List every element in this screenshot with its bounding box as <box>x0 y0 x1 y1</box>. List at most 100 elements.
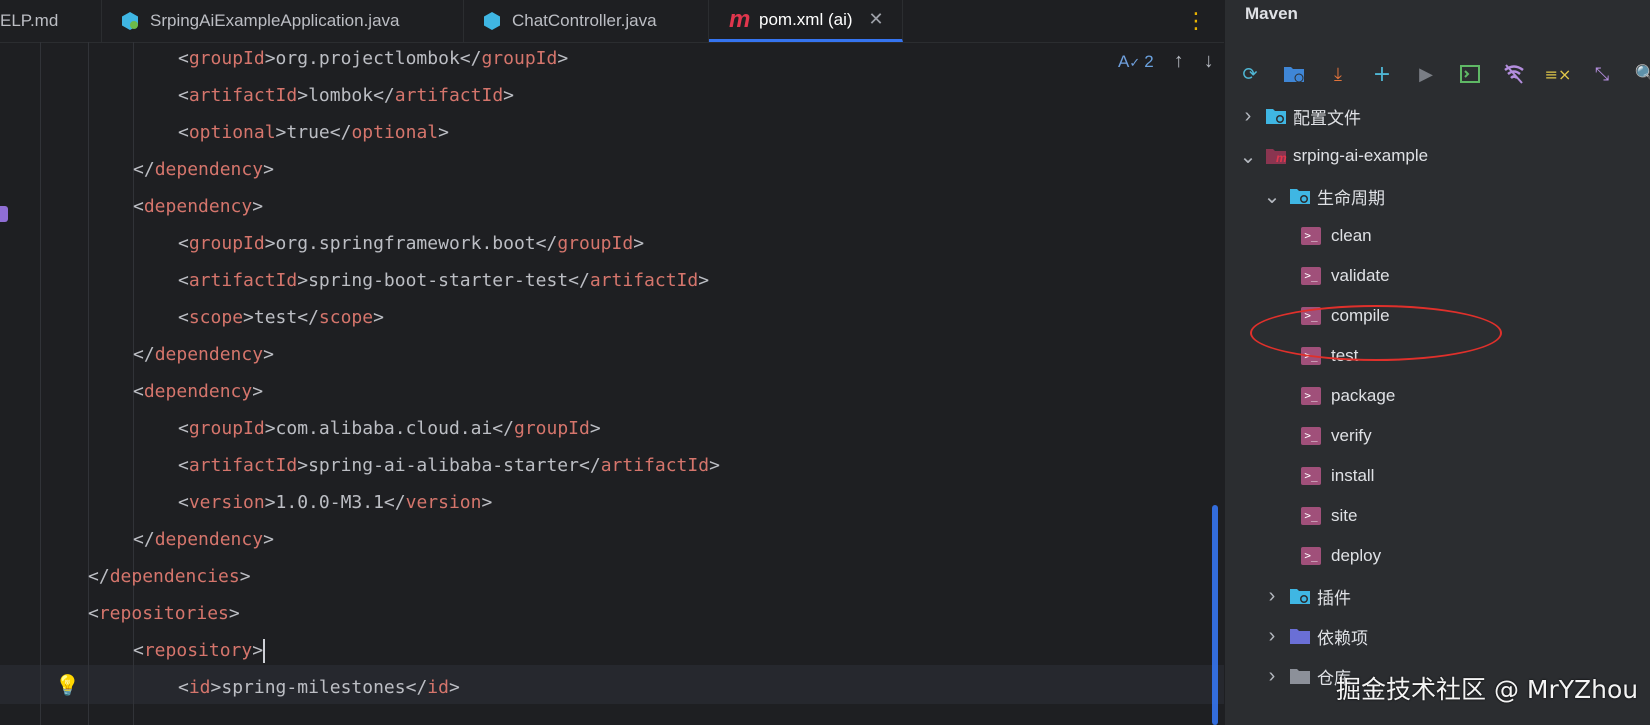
code-area[interactable]: <groupId>org.projectlombok</groupId> <art… <box>0 42 1224 725</box>
tab-pom-xml[interactable]: m pom.xml (ai) ✕ <box>709 0 903 42</box>
tab-readme[interactable]: ELP.md <box>0 0 102 42</box>
terminal-icon[interactable] <box>1459 63 1481 85</box>
tree-item[interactable]: >_ install <box>1301 456 1374 496</box>
bracket: > <box>503 85 514 106</box>
tree-item[interactable]: >_ package <box>1301 376 1395 416</box>
tab-label: ChatController.java <box>512 11 657 30</box>
bracket: < <box>178 270 189 291</box>
chevron-right-icon[interactable]: › <box>1263 665 1281 688</box>
bracket: < <box>88 603 99 624</box>
xml-tag: dependencies <box>109 566 240 587</box>
folder-refresh-icon[interactable] <box>1283 63 1305 85</box>
tree-item[interactable]: › 配置文件 <box>1239 96 1361 136</box>
tree-item[interactable]: >_ site <box>1301 496 1357 536</box>
xml-tag: scope <box>188 307 244 328</box>
chevron-right-icon[interactable]: › <box>1239 105 1257 128</box>
folder-deps-icon <box>1289 627 1311 645</box>
goal-icon: >_ <box>1301 427 1321 445</box>
code-line: <groupId>org.springframework.boot</group… <box>178 224 644 263</box>
editor-tab-bar: ELP.md SrpingAiExampleApplication.java C… <box>0 0 1224 43</box>
bracket: </ <box>329 122 352 143</box>
collapse-icon[interactable]: ⤡ <box>1591 63 1613 85</box>
xml-value: spring-ai-alibaba-starter <box>308 455 579 476</box>
code-line: <optional>true</optional> <box>178 113 449 152</box>
annotation-oval <box>1250 305 1502 361</box>
code-line: <artifactId>lombok</artifactId> <box>178 76 514 115</box>
xml-tag: groupId <box>557 233 634 254</box>
chevron-down-icon[interactable]: ⌄ <box>1239 144 1257 169</box>
code-line: <version>1.0.0-M3.1</version> <box>178 483 492 522</box>
tree-item[interactable]: ⌄ m srping-ai-example <box>1239 136 1429 176</box>
close-icon[interactable]: ✕ <box>869 9 884 30</box>
chevron-down-icon[interactable]: ⌄ <box>1263 184 1281 209</box>
bracket: < <box>178 233 189 254</box>
code-line: <artifactId>spring-boot-starter-test</ar… <box>178 261 709 300</box>
tab-chat-controller[interactable]: ChatController.java <box>464 0 709 42</box>
bracket: > <box>252 196 264 217</box>
bracket: </ <box>133 159 155 180</box>
svg-text:m: m <box>1276 151 1287 165</box>
xml-tag: artifactId <box>600 455 710 476</box>
scrollbar-thumb[interactable] <box>1212 505 1218 725</box>
plus-icon[interactable]: + <box>1371 62 1393 87</box>
bracket: > <box>210 677 222 698</box>
chevron-right-icon[interactable]: › <box>1263 585 1281 608</box>
arrow-up-icon[interactable]: ↑ <box>1174 50 1184 73</box>
xml-tag: dependency <box>154 529 264 550</box>
xml-value: lombok <box>308 85 374 106</box>
spellcheck-icon[interactable]: A✓ 2 <box>1118 52 1154 72</box>
search-icon[interactable]: 🔍 <box>1635 63 1650 85</box>
bracket: < <box>133 381 144 402</box>
bracket: > <box>264 233 276 254</box>
download-icon[interactable]: ⤓ <box>1327 63 1349 85</box>
code-line: <dependency> <box>133 372 263 411</box>
code-line: <repository> <box>133 631 266 670</box>
arrow-down-icon[interactable]: ↓ <box>1204 50 1214 73</box>
goal-icon: >_ <box>1301 387 1321 405</box>
bracket: > <box>297 270 309 291</box>
xml-tag: groupId <box>188 48 265 69</box>
tab-application[interactable]: SrpingAiExampleApplication.java <box>102 0 464 42</box>
tree-item[interactable]: › 依赖项 <box>1263 616 1368 656</box>
bracket: > <box>633 233 645 254</box>
xml-tag: dependency <box>154 159 264 180</box>
tree-item[interactable]: >_ verify <box>1301 416 1372 456</box>
xml-tag: optional <box>351 122 439 143</box>
xml-tag: artifactId <box>589 270 699 291</box>
bracket: </ <box>492 418 514 439</box>
xml-tag: id <box>427 677 449 698</box>
bracket: </ <box>459 48 482 69</box>
reload-icon[interactable]: ⟳ <box>1239 63 1261 85</box>
bracket: > <box>275 122 287 143</box>
bracket: </ <box>88 566 110 587</box>
folder-repo-icon <box>1289 667 1311 685</box>
inspection-widget[interactable]: A✓ 2 ↑ ↓ <box>1118 50 1214 73</box>
xml-tag: id <box>188 677 211 698</box>
xml-value: spring-boot-starter-test <box>308 270 569 291</box>
tree-item[interactable]: ⌄ 生命周期 <box>1263 176 1385 216</box>
tree-item[interactable]: >_ validate <box>1301 256 1390 296</box>
bracket: > <box>709 455 720 476</box>
bracket: > <box>264 418 276 439</box>
xml-tag: artifactId <box>188 85 298 106</box>
bracket: > <box>263 159 274 180</box>
tree-item[interactable]: >_ deploy <box>1301 536 1381 576</box>
more-tabs-icon[interactable]: ⋮ <box>1185 0 1207 42</box>
tree-item[interactable]: › 插件 <box>1263 576 1351 616</box>
xml-tag: dependency <box>143 196 253 217</box>
bracket: < <box>133 640 144 661</box>
xml-tag: dependency <box>154 344 264 365</box>
tree-item[interactable]: >_ clean <box>1301 216 1372 256</box>
bracket: > <box>297 455 309 476</box>
code-line: <repositories> <box>88 594 240 633</box>
tree-item-label: install <box>1331 466 1375 485</box>
xml-tag: repositories <box>98 603 229 624</box>
toggle-offline-icon[interactable] <box>1503 63 1525 85</box>
run-icon[interactable]: ▶ <box>1415 63 1437 85</box>
bracket: > <box>264 492 276 513</box>
bracket: </ <box>297 307 319 328</box>
tree-item-label: site <box>1331 506 1358 525</box>
chevron-right-icon[interactable]: › <box>1263 625 1281 648</box>
skip-tests-icon[interactable]: ≡× <box>1545 63 1572 85</box>
bracket: > <box>698 270 710 291</box>
